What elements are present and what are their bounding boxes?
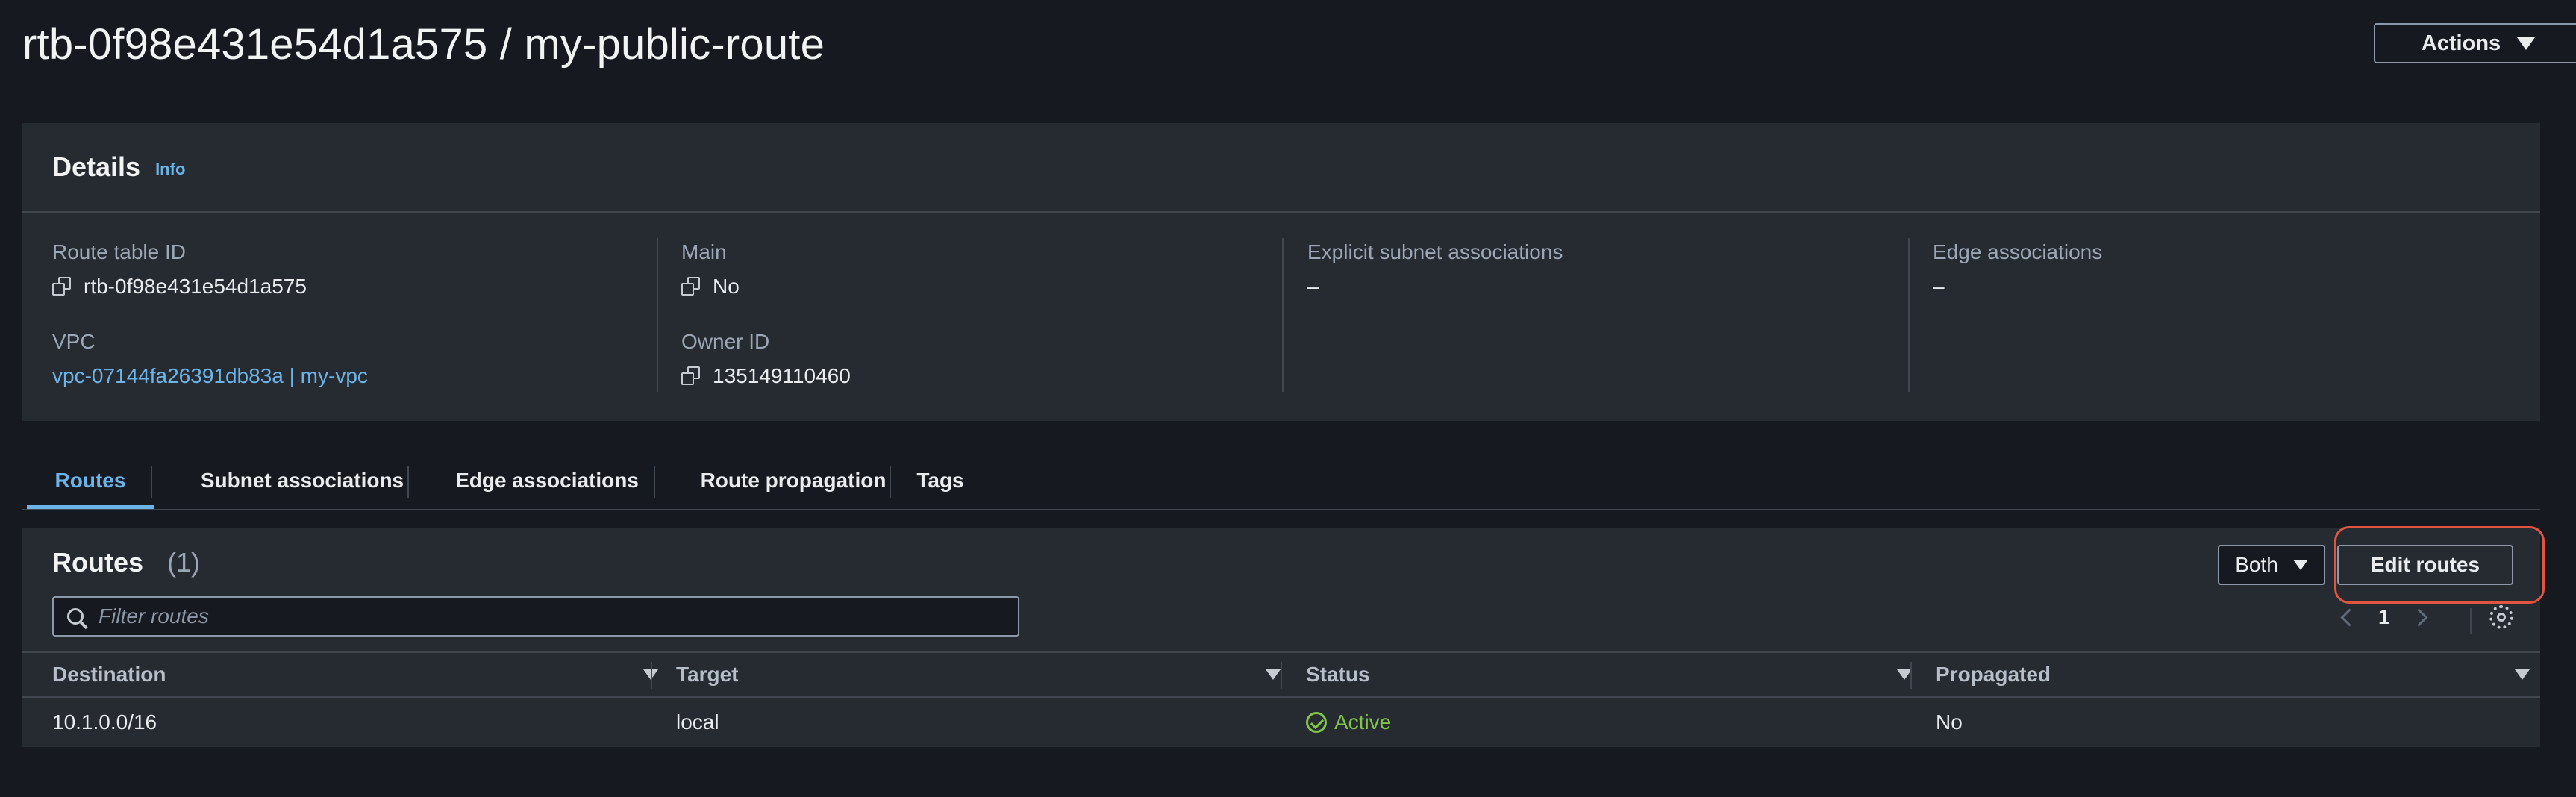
details-header: Details Info xyxy=(22,123,2540,213)
actions-button[interactable]: Actions xyxy=(2374,23,2576,63)
vpc-label: VPC xyxy=(52,330,96,353)
cell-status: Active xyxy=(1306,698,1391,747)
routes-count: (1) xyxy=(167,547,200,578)
column-header-destination[interactable]: Destination xyxy=(52,653,658,696)
edge-associations-value: – xyxy=(1933,275,1945,298)
vpc-field: VPC vpc-07144fa26391db83a | my-vpc xyxy=(52,329,368,389)
tab-edge-associations[interactable]: Edge associations xyxy=(431,455,663,509)
sort-caret-icon[interactable] xyxy=(1897,669,1912,680)
chevron-right-icon[interactable] xyxy=(2410,607,2428,627)
table-row: 10.1.0.0/16 local Active No xyxy=(22,698,2540,747)
tab-routes[interactable]: Routes xyxy=(27,455,154,509)
edge-associations-label: Edge associations xyxy=(1933,240,2103,263)
status-text: Active xyxy=(1334,710,1392,734)
route-table-id-label: Route table ID xyxy=(52,240,186,263)
gear-icon[interactable] xyxy=(2489,605,2513,629)
search-icon xyxy=(67,608,84,625)
pager-divider xyxy=(2470,608,2472,634)
routes-title: Routes xyxy=(52,547,144,578)
edit-routes-button[interactable]: Edit routes xyxy=(2337,545,2513,585)
edge-associations-field: Edge associations – xyxy=(1933,240,2102,299)
explicit-subnet-label: Explicit subnet associations xyxy=(1307,240,1563,263)
column-divider xyxy=(1282,238,1284,392)
caret-down-icon xyxy=(2292,560,2308,570)
details-title: Details xyxy=(52,151,141,182)
column-divider xyxy=(1281,662,1282,689)
main-value: No xyxy=(713,275,740,298)
column-divider xyxy=(1908,238,1910,392)
column-header-status[interactable]: Status xyxy=(1306,653,1912,696)
page-number[interactable]: 1 xyxy=(2378,605,2390,629)
main-label: Main xyxy=(681,240,727,263)
chevron-left-icon[interactable] xyxy=(2340,607,2359,627)
routes-panel: Routes (1) Both Edit routes 1 Destinatio… xyxy=(22,526,2545,747)
column-divider xyxy=(657,238,658,392)
check-circle-icon xyxy=(1306,712,1327,733)
column-divider xyxy=(651,662,652,689)
column-header-propagated[interactable]: Propagated xyxy=(1936,653,2530,696)
pagination: 1 xyxy=(2340,602,2428,632)
filter-routes-field[interactable] xyxy=(52,596,1019,637)
caret-down-icon xyxy=(2517,37,2536,50)
main-field: Main No xyxy=(681,240,740,299)
copy-icon[interactable] xyxy=(52,277,72,296)
route-table-id-value: rtb-0f98e431e54d1a575 xyxy=(84,275,307,298)
tab-subnet-associations[interactable]: Subnet associations xyxy=(179,455,425,509)
details-grid: Route table ID rtb-0f98e431e54d1a575 VPC… xyxy=(22,213,2540,421)
page-title: rtb-0f98e431e54d1a575 / my-public-route xyxy=(22,20,825,69)
explicit-subnet-field: Explicit subnet associations – xyxy=(1307,240,1563,299)
route-type-select-value: Both xyxy=(2235,553,2278,576)
copy-icon[interactable] xyxy=(681,366,701,386)
owner-id-value: 135149110460 xyxy=(713,364,851,387)
sort-caret-icon[interactable] xyxy=(2515,669,2530,680)
owner-id-field: Owner ID 135149110460 xyxy=(681,329,851,389)
tab-divider xyxy=(654,466,655,498)
filter-routes-input[interactable] xyxy=(97,604,981,629)
route-type-select[interactable]: Both xyxy=(2218,545,2325,585)
tab-divider xyxy=(890,466,891,498)
explicit-subnet-value: – xyxy=(1307,275,1319,298)
tab-tags[interactable]: Tags xyxy=(903,455,978,509)
column-divider xyxy=(1910,662,1912,689)
cell-propagated: No xyxy=(1936,710,1963,734)
cell-destination: 10.1.0.0/16 xyxy=(52,710,157,734)
tab-divider xyxy=(151,466,152,498)
vpc-link[interactable]: vpc-07144fa26391db83a | my-vpc xyxy=(52,363,368,389)
actions-label: Actions xyxy=(2421,31,2501,55)
route-table-id-field: Route table ID rtb-0f98e431e54d1a575 xyxy=(52,240,307,299)
sort-caret-icon[interactable] xyxy=(1266,669,1281,680)
copy-icon[interactable] xyxy=(681,277,701,296)
column-header-target[interactable]: Target xyxy=(676,653,1281,696)
table-header: Destination Target Status Propagated xyxy=(22,651,2540,698)
info-link[interactable]: Info xyxy=(155,160,185,179)
tab-divider xyxy=(407,466,409,498)
details-panel: Details Info Route table ID rtb-0f98e431… xyxy=(22,123,2540,421)
cell-target: local xyxy=(676,710,719,734)
tab-bar: Routes Subnet associations Edge associat… xyxy=(22,455,2540,510)
tab-route-propagation[interactable]: Route propagation xyxy=(670,455,916,509)
owner-id-label: Owner ID xyxy=(681,330,770,353)
